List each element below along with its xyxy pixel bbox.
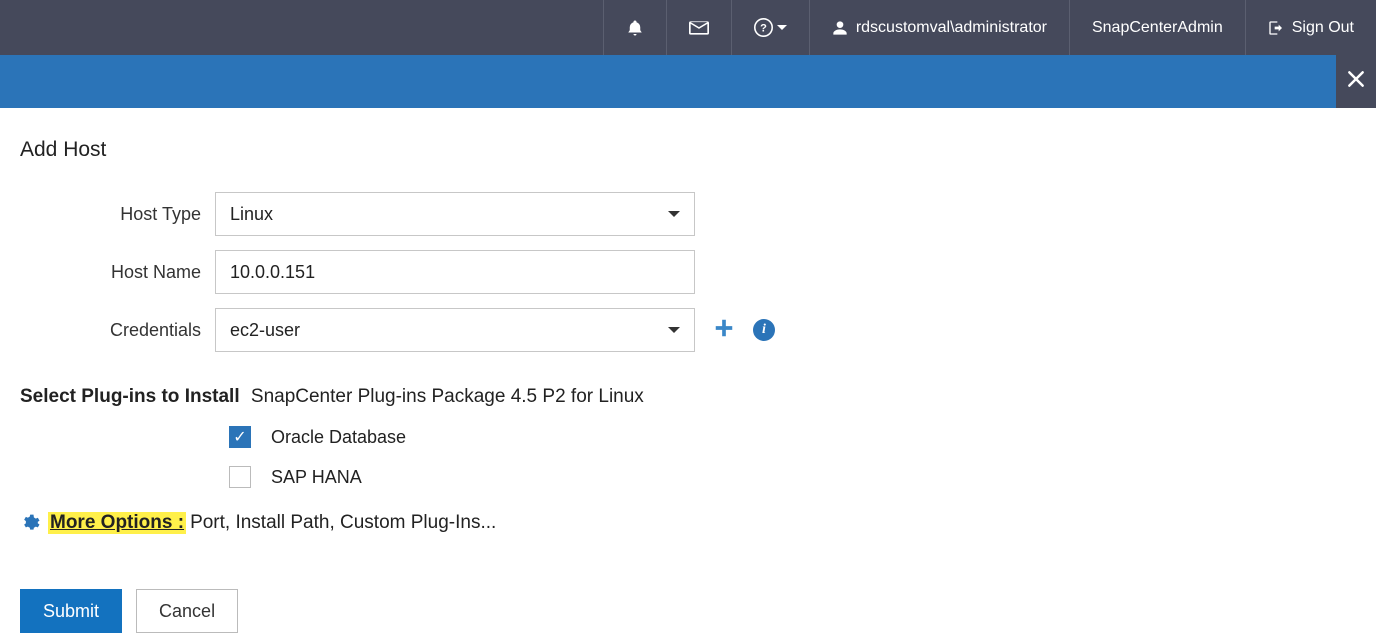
submit-button[interactable]: Submit: [20, 589, 122, 633]
gear-icon: [20, 513, 40, 533]
label-host-type: Host Type: [20, 204, 215, 225]
bell-icon: [626, 19, 644, 37]
subbar: [0, 55, 1376, 108]
select-host-type-value: Linux: [230, 204, 273, 225]
close-icon: [1346, 69, 1366, 89]
signout-label: Sign Out: [1292, 19, 1354, 37]
checkbox-saphana[interactable]: [229, 466, 251, 488]
user-menu[interactable]: rdscustomval\administrator: [809, 0, 1069, 55]
cancel-button[interactable]: Cancel: [136, 589, 238, 633]
notifications-button[interactable]: [603, 0, 666, 55]
content: Add Host Host Type Linux Host Name 10.0.…: [0, 108, 1376, 633]
select-credentials-value: ec2-user: [230, 320, 300, 341]
row-host-name: Host Name 10.0.0.151: [20, 250, 1356, 294]
plugin-option-oracle[interactable]: ✓ Oracle Database: [215, 426, 1356, 448]
input-host-name[interactable]: 10.0.0.151: [215, 250, 695, 294]
credentials-extras: i: [713, 317, 775, 344]
input-host-name-value: 10.0.0.151: [230, 262, 315, 283]
plugins-package-text: SnapCenter Plug-ins Package 4.5 P2 for L…: [251, 386, 644, 407]
checkbox-oracle[interactable]: ✓: [229, 426, 251, 448]
role-label-container[interactable]: SnapCenterAdmin: [1069, 0, 1245, 55]
signout-button[interactable]: Sign Out: [1245, 0, 1376, 55]
select-credentials[interactable]: ec2-user: [215, 308, 695, 352]
plugins-section: Select Plug-ins to Install SnapCenter Pl…: [20, 386, 1356, 488]
more-options-suffix: Port, Install Path, Custom Plug-Ins...: [190, 512, 496, 534]
page-title: Add Host: [20, 138, 1356, 162]
plugin-option-saphana[interactable]: SAP HANA: [215, 466, 1356, 488]
topbar: ? rdscustomval\administrator SnapCenterA…: [0, 0, 1376, 55]
user-icon: [832, 19, 848, 37]
plugin-label-oracle: Oracle Database: [271, 427, 406, 448]
role-label: SnapCenterAdmin: [1092, 19, 1223, 37]
chevron-down-icon: [668, 211, 680, 217]
info-icon[interactable]: i: [753, 319, 775, 341]
close-button[interactable]: [1336, 50, 1376, 108]
mail-icon: [689, 21, 709, 35]
label-credentials: Credentials: [20, 320, 215, 341]
button-row: Submit Cancel: [20, 589, 1356, 633]
chevron-down-icon: [777, 25, 787, 30]
row-host-type: Host Type Linux: [20, 192, 1356, 236]
plugins-section-label: Select Plug-ins to Install: [20, 386, 240, 407]
signout-icon: [1268, 19, 1284, 37]
more-options-row: More Options : Port, Install Path, Custo…: [20, 512, 1356, 534]
select-host-type[interactable]: Linux: [215, 192, 695, 236]
plus-icon: [713, 317, 735, 339]
more-options-link[interactable]: More Options :: [48, 512, 186, 534]
row-credentials: Credentials ec2-user i: [20, 308, 1356, 352]
username-label: rdscustomval\administrator: [856, 19, 1047, 37]
help-menu[interactable]: ?: [731, 0, 809, 55]
add-credential-button[interactable]: [713, 317, 735, 344]
chevron-down-icon: [668, 327, 680, 333]
plugin-label-saphana: SAP HANA: [271, 467, 362, 488]
plugins-header: Select Plug-ins to Install SnapCenter Pl…: [20, 386, 1356, 408]
help-icon: ?: [754, 18, 773, 37]
check-icon: ✓: [233, 427, 246, 447]
svg-text:?: ?: [760, 22, 767, 34]
label-host-name: Host Name: [20, 262, 215, 283]
messages-button[interactable]: [666, 0, 731, 55]
